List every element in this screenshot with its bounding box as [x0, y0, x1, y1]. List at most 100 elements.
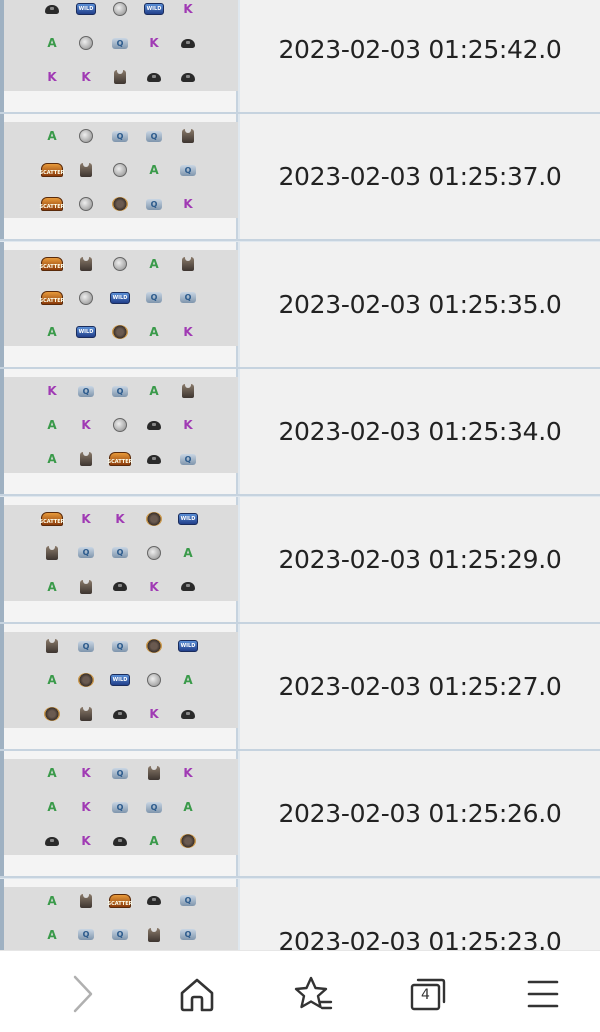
reel-grid: WILD WILD K A Q K K K: [4, 0, 238, 91]
history-row[interactable]: A K Q K A K Q Q A K A 2023-02-03 01:25:26.0: [0, 751, 600, 879]
symbol-q-icon: Q: [171, 884, 205, 918]
symbol-k-icon: K: [171, 0, 205, 26]
symbol-vest-icon: [69, 153, 103, 187]
timestamp-cell: 2023-02-03 01:25:34.0: [240, 369, 600, 495]
history-row[interactable]: Q Q WILD A WILD A K 2023-02-03 01:25:27.0: [0, 624, 600, 751]
tabs-icon: 4: [408, 976, 448, 1012]
symbol-k-icon: K: [35, 60, 69, 94]
vest-icon: [80, 452, 92, 467]
star-list-icon: [294, 976, 333, 1010]
reel-result-cell: Q Q WILD A WILD A K: [4, 624, 238, 749]
bookmarks-button[interactable]: [288, 969, 338, 1019]
history-row[interactable]: WILD WILD K A Q K K K 2023-02-03 01:25:42.0: [0, 0, 600, 114]
symbol-k-icon: K: [103, 502, 137, 536]
symbol-k-icon: K: [69, 756, 103, 790]
tabs-button[interactable]: 4: [403, 969, 453, 1019]
symbol-letter: Q: [78, 640, 94, 652]
reel-grid: SCATTER A SCATTER WILD Q Q A WILD A K: [4, 247, 238, 349]
symbol-letter: Q: [180, 895, 196, 907]
symbol-k-icon: K: [35, 374, 69, 408]
symbol-letter: Q: [78, 929, 94, 941]
scatter-icon: SCATTER: [40, 511, 64, 526]
history-row[interactable]: K Q Q A A K K A SCATTER Q 2023-02-03 01:25:34.0: [0, 369, 600, 497]
symbol-a-icon: A: [35, 442, 69, 476]
scatter-icon: SCATTER: [40, 197, 64, 212]
symbol-q-icon: Q: [69, 374, 103, 408]
history-row[interactable]: A SCATTER Q A Q Q Q 2023-02-03 01:25:23.0: [0, 878, 600, 950]
spin-timestamp: 2023-02-03 01:25:26.0: [278, 799, 562, 829]
forward-button[interactable]: [58, 969, 108, 1019]
reel-result-cell: SCATTER A SCATTER WILD Q Q A WILD A K: [4, 241, 238, 367]
symbol-scope-icon: [69, 663, 103, 697]
helmet-icon: [45, 4, 59, 14]
symbol-q-icon: Q: [103, 536, 137, 570]
symbol-letter: Q: [180, 929, 196, 941]
symbol-letter: Q: [78, 547, 94, 559]
reel-result-cell: SCATTER K K WILD Q Q A A K: [4, 496, 238, 622]
menu-button[interactable]: [518, 969, 568, 1019]
reel-grid: K Q Q A A K K A SCATTER Q: [4, 374, 238, 476]
symbol-letter: Q: [112, 547, 128, 559]
symbol-letter: K: [81, 70, 91, 84]
symbol-letter: Q: [180, 453, 196, 465]
helmet-icon: [113, 582, 127, 592]
grenade-icon: [113, 163, 127, 178]
symbol-letter: K: [149, 579, 159, 594]
symbol-grenade-icon: [137, 663, 171, 697]
helmet-icon: [181, 38, 195, 48]
grenade-icon: [147, 545, 161, 560]
symbol-helmet-icon: [103, 697, 137, 731]
symbol-q-icon: Q: [103, 374, 137, 408]
symbol-vest-icon: [35, 536, 69, 570]
symbol-letter: Q: [146, 130, 162, 142]
grenade-icon: [113, 418, 127, 433]
wild-icon: WILD: [178, 512, 198, 525]
spin-timestamp: 2023-02-03 01:25:34.0: [278, 417, 562, 447]
symbol-helmet-icon: [103, 824, 137, 858]
spin-timestamp: 2023-02-03 01:25:37.0: [278, 162, 562, 192]
symbol-scatter-icon: SCATTER: [103, 442, 137, 476]
symbol-q-icon: Q: [171, 918, 205, 950]
symbol-letter: A: [183, 673, 193, 687]
symbol-a-icon: A: [35, 315, 69, 349]
symbol-wild-icon: WILD: [69, 0, 103, 26]
symbol-k-icon: K: [137, 26, 171, 60]
symbol-letter: A: [149, 834, 159, 849]
symbol-helmet-icon: [35, 824, 69, 858]
scope-icon: [112, 324, 128, 339]
symbol-vest-icon: [69, 247, 103, 281]
symbol-helmet-icon: [171, 697, 205, 731]
spin-timestamp: 2023-02-03 01:25:35.0: [278, 289, 562, 319]
symbol-letter: Q: [146, 801, 162, 813]
symbol-letter: A: [149, 324, 159, 339]
wild-icon: WILD: [178, 640, 198, 652]
symbol-scatter-icon: SCATTER: [35, 187, 69, 221]
history-row[interactable]: SCATTER K K WILD Q Q A A K 2023-02-03 01:25:29.0: [0, 496, 600, 624]
scatter-icon: SCATTER: [40, 256, 64, 271]
symbol-scatter-icon: SCATTER: [35, 153, 69, 187]
wild-icon: WILD: [110, 291, 130, 304]
grenade-icon: [113, 256, 127, 271]
symbol-letter: Q: [180, 164, 196, 176]
symbol-letter: Q: [112, 929, 128, 941]
vest-icon: [80, 579, 92, 594]
symbol-scope-icon: [171, 824, 205, 858]
symbol-q-icon: Q: [103, 119, 137, 153]
grenade-icon: [147, 673, 161, 687]
symbol-a-icon: A: [171, 663, 205, 697]
symbol-grenade-icon: [103, 153, 137, 187]
symbol-scatter-icon: SCATTER: [103, 884, 137, 918]
symbol-q-icon: Q: [171, 442, 205, 476]
history-row[interactable]: A Q Q SCATTER A Q SCATTER Q K 2023-02-03 01:25:37…: [0, 114, 600, 242]
symbol-k-icon: K: [171, 756, 205, 790]
symbol-letter: K: [81, 511, 91, 526]
symbol-letter: Q: [112, 37, 128, 49]
symbol-letter: A: [47, 673, 57, 687]
history-row[interactable]: SCATTER A SCATTER WILD Q Q A WILD A K 2023-02-03 0…: [0, 241, 600, 369]
reel-grid: Q Q WILD A WILD A K: [4, 632, 238, 728]
scatter-icon: SCATTER: [40, 290, 64, 305]
symbol-letter: Q: [112, 767, 128, 779]
symbol-helmet-icon: [103, 570, 137, 604]
home-button[interactable]: [172, 969, 222, 1019]
symbol-letter: A: [47, 800, 57, 815]
